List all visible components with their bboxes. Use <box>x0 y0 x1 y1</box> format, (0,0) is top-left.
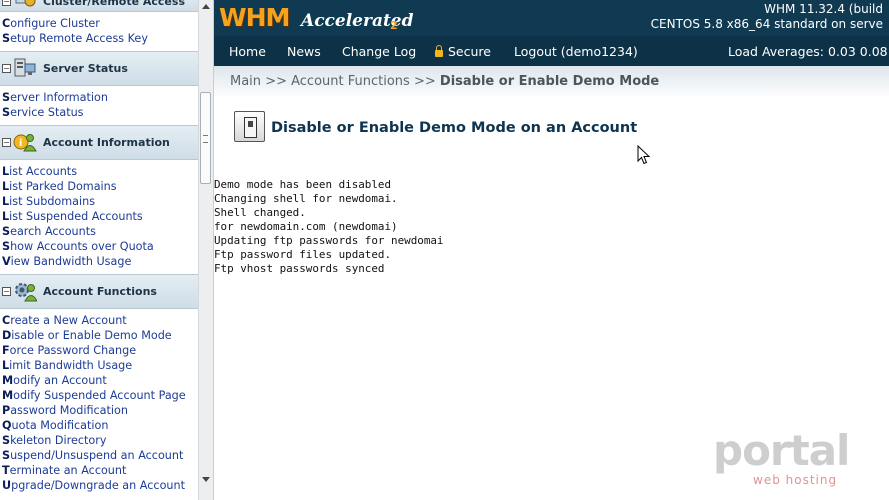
breadcrumb: Main >> Account Functions >> Disable or … <box>230 74 659 89</box>
link-server-information[interactable]: Server Information <box>2 90 198 105</box>
server-status-links: Server Information Service Status <box>0 86 198 125</box>
nav-change-log[interactable]: Change Log <box>342 44 416 59</box>
link-show-accounts-over-quota[interactable]: Show Accounts over Quota <box>2 239 198 254</box>
output-line: Demo mode has been disabled <box>214 178 392 191</box>
account-functions-icon <box>15 283 37 302</box>
page-title: Disable or Enable Demo Mode on an Accoun… <box>271 120 638 136</box>
top-nav: Home News Change Log Secure Logout (demo… <box>214 36 889 66</box>
sidebar-content: − Cluster/Remote Access Configure Cluste… <box>0 0 198 498</box>
sidebar: − Cluster/Remote Access Configure Cluste… <box>0 0 214 500</box>
collapse-icon[interactable]: − <box>2 0 11 6</box>
link-quota-modification[interactable]: Quota Modification <box>2 418 198 433</box>
header-bar: WHM Accelerated 2 WHM 11.32.4 (build CEN… <box>214 0 889 36</box>
link-create-new-account[interactable]: Create a New Account <box>2 313 198 328</box>
output-line: for newdomain.com (newdomai) <box>214 220 398 233</box>
command-output: Demo mode has been disabled Changing she… <box>214 178 444 276</box>
breadcrumb-separator: >> <box>413 74 436 89</box>
output-line: Changing shell for newdomai. <box>214 192 398 205</box>
nav-news[interactable]: News <box>287 44 321 59</box>
watermark-logo: portal <box>713 426 850 475</box>
nav-secure-label: Secure <box>448 44 491 59</box>
scrollbar-thumb[interactable] <box>200 92 211 184</box>
collapse-icon[interactable]: − <box>2 138 11 147</box>
whm-logo[interactable]: WHM <box>219 3 290 32</box>
nav-secure[interactable]: Secure <box>435 44 491 59</box>
portal-watermark: portal web hosting <box>713 426 859 490</box>
scroll-down-arrow-icon[interactable] <box>202 477 210 482</box>
collapse-icon[interactable]: − <box>2 64 11 73</box>
sidebar-section-title: Cluster/Remote Access <box>43 0 185 8</box>
sidebar-section-title: Account Information <box>43 136 170 149</box>
link-list-suspended-accounts[interactable]: List Suspended Accounts <box>2 209 198 224</box>
sidebar-section-cluster[interactable]: − Cluster/Remote Access <box>0 0 198 12</box>
breadcrumb-current: Disable or Enable Demo Mode <box>439 74 660 89</box>
link-limit-bandwidth-usage[interactable]: Limit Bandwidth Usage <box>2 358 198 373</box>
sidebar-section-account-information[interactable]: − i Account Information <box>0 125 198 160</box>
version-text: WHM 11.32.4 (build <box>764 2 883 16</box>
nav-home[interactable]: Home <box>229 44 266 59</box>
sidebar-scrollbar[interactable] <box>198 0 213 500</box>
sidebar-section-server-status[interactable]: − Server Status <box>0 51 198 86</box>
nav-logout[interactable]: Logout (demo1234) <box>514 44 638 59</box>
sidebar-section-account-functions[interactable]: − Account Functions <box>0 274 198 309</box>
lock-icon <box>435 45 443 57</box>
link-force-password-change[interactable]: Force Password Change <box>2 343 198 358</box>
account-functions-links: Create a New Account Disable or Enable D… <box>0 309 198 498</box>
output-line: Shell changed. <box>214 206 306 219</box>
account-information-icon: i <box>13 134 37 152</box>
link-configure-cluster[interactable]: Configure Cluster <box>2 16 198 31</box>
breadcrumb-section[interactable]: Account Functions <box>291 74 410 89</box>
cluster-icon <box>15 0 36 7</box>
link-disable-enable-demo-mode[interactable]: Disable or Enable Demo Mode <box>2 328 198 343</box>
link-list-accounts[interactable]: List Accounts <box>2 164 198 179</box>
link-setup-remote-access-key[interactable]: Setup Remote Access Key <box>2 31 198 46</box>
link-view-bandwidth-usage[interactable]: View Bandwidth Usage <box>2 254 198 269</box>
toggle-switch-icon <box>234 111 265 142</box>
link-search-accounts[interactable]: Search Accounts <box>2 224 198 239</box>
os-info-text: CENTOS 5.8 x86_64 standard on serve <box>650 17 883 31</box>
breadcrumb-bar: Main >> Account Functions >> Disable or … <box>214 66 889 96</box>
link-password-modification[interactable]: Password Modification <box>2 403 198 418</box>
link-upgrade-downgrade-account[interactable]: Upgrade/Downgrade an Account <box>2 478 198 493</box>
output-line: Ftp vhost passwords synced <box>214 262 385 275</box>
switch-lever <box>244 117 257 138</box>
load-averages: Load Averages: 0.03 0.08 0 <box>728 44 889 59</box>
output-line: Ftp password files updated. <box>214 248 392 261</box>
svg-text:i: i <box>19 138 22 149</box>
link-terminate-account[interactable]: Terminate an Account <box>2 463 198 478</box>
scroll-up-arrow-icon[interactable] <box>202 4 210 9</box>
link-modify-account[interactable]: Modify an Account <box>2 373 198 388</box>
link-list-subdomains[interactable]: List Subdomains <box>2 194 198 209</box>
server-status-icon <box>14 58 36 77</box>
link-list-parked-domains[interactable]: List Parked Domains <box>2 179 198 194</box>
sidebar-section-title: Server Status <box>43 62 128 75</box>
link-suspend-unsuspend-account[interactable]: Suspend/Unsuspend an Account <box>2 448 198 463</box>
link-modify-suspended-account-page[interactable]: Modify Suspended Account Page <box>2 388 198 403</box>
output-line: Updating ftp passwords for newdomai <box>214 234 444 247</box>
watermark-tagline: web hosting <box>753 473 838 487</box>
grip-icon <box>203 135 208 143</box>
link-service-status[interactable]: Service Status <box>2 105 198 120</box>
account-information-links: List Accounts List Parked Domains List S… <box>0 160 198 274</box>
link-skeleton-directory[interactable]: Skeleton Directory <box>2 433 198 448</box>
whm-logo-number: 2 <box>390 19 398 32</box>
breadcrumb-separator: >> <box>265 74 287 89</box>
cluster-links: Configure Cluster Setup Remote Access Ke… <box>0 12 198 51</box>
sidebar-section-title: Account Functions <box>43 285 157 298</box>
breadcrumb-main[interactable]: Main <box>230 74 261 89</box>
mouse-cursor-icon <box>637 145 651 165</box>
collapse-icon[interactable]: − <box>2 287 11 296</box>
